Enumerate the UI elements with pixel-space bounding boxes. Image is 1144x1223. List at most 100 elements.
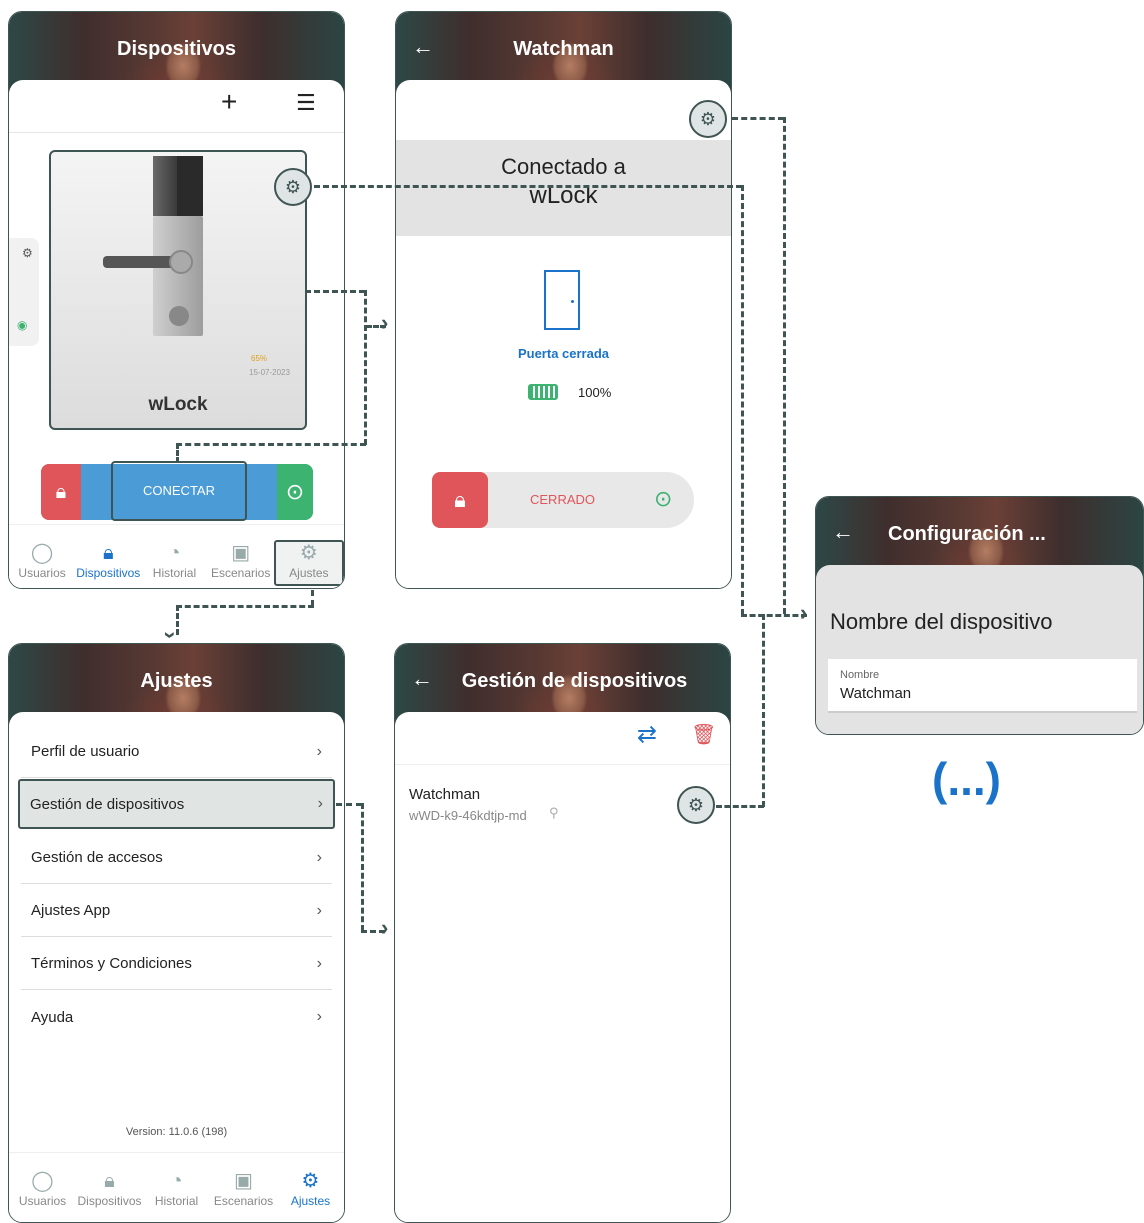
divider (395, 764, 730, 765)
lock-image (103, 156, 207, 346)
swap-icon[interactable]: ⇄ (637, 720, 657, 749)
connect-bar: 🔒︎ ⊙ CONECTAR (41, 461, 313, 521)
arrow-right-icon: › (381, 310, 389, 335)
chevron-right-icon: › (316, 742, 322, 760)
connector-line (364, 290, 367, 445)
side-card[interactable]: ⚙ ◉ (9, 238, 39, 346)
door-icon (544, 270, 580, 330)
chevron-right-icon: › (316, 848, 322, 866)
tab-usuarios[interactable]: ◯ Usuarios (9, 542, 75, 580)
lock-state-bar: 🔒︎ CERRADO ⊙ (432, 472, 694, 528)
tab-bar: ◯ Usuarios 🔒︎ Dispositivos ◔ Historial ▣ Esc… (9, 524, 344, 588)
battery-small: 65% (251, 354, 268, 363)
connector-line (336, 803, 362, 806)
layers-icon: ▣ (234, 1170, 253, 1192)
connector-line (732, 117, 784, 120)
unlock-button[interactable]: ⊙ (277, 464, 313, 520)
side-gear-icon: ⚙ (22, 246, 33, 260)
page-title: Gestión de dispositivos (461, 670, 688, 692)
chevron-right-icon: › (316, 1008, 322, 1025)
screen-watchman: ← Watchman ⚙ Conectado a wLock Puerta ce… (395, 11, 732, 589)
screen-body: Perfil de usuario › Gestión de dispositiv… (9, 712, 344, 1222)
screen-body: ⚙ Conectado a wLock Puerta cerrada 100% … (396, 80, 731, 588)
layers-icon: ▣ (231, 542, 251, 564)
side-eye-icon: ◉ (17, 318, 28, 332)
device-settings-gear-icon[interactable]: ⚙ (274, 168, 312, 206)
clock-icon: ◔ (170, 1170, 183, 1192)
arrow-down-icon: › (158, 631, 184, 639)
menu-item-gestion-dispositivos[interactable]: Gestión de dispositivos › (18, 779, 335, 829)
screen-ajustes: Ajustes Perfil de usuario › Gestión de di… (8, 643, 345, 1223)
connector-line (305, 290, 365, 293)
connector-line (176, 605, 314, 608)
page-title: Dispositivos (117, 38, 236, 60)
name-field-label: Nombre (840, 669, 880, 681)
unlock-icon[interactable]: ⊙ (654, 486, 672, 512)
tab-historial[interactable]: ◔ Historial (144, 1170, 210, 1208)
add-icon[interactable]: + (221, 86, 237, 118)
connected-line1: Conectado a (501, 154, 626, 179)
arrow-right-icon: › (381, 915, 389, 940)
page-title: Ajustes (140, 670, 213, 692)
gear-icon: ⚙ (299, 542, 318, 564)
connector-line (176, 443, 179, 463)
connector-line (176, 443, 366, 446)
connector-line (314, 185, 742, 188)
lock-state-label: CERRADO (530, 492, 596, 507)
connect-button[interactable]: CONECTAR (111, 461, 247, 521)
version-text: Version: 11.0.6 (198) (125, 1126, 228, 1138)
tab-dispositivos[interactable]: 🔒︎ Dispositivos (77, 1170, 143, 1208)
tab-ajustes[interactable]: ⚙ Ajustes (273, 540, 344, 586)
chevron-right-icon: › (316, 954, 322, 972)
screen-gestion-dispositivos: ← Gestión de dispositivos ⇄ 🗑︎ Watchman … (394, 643, 731, 1223)
user-icon: ◯ (31, 1170, 54, 1192)
lock-icon: 🔒︎ (104, 1170, 115, 1192)
device-item-name[interactable]: Watchman (409, 786, 480, 803)
name-field-value: Watchman (840, 685, 912, 702)
search-icon[interactable]: ⚲ (549, 805, 559, 821)
name-field[interactable]: Nombre Watchman (828, 659, 1137, 713)
screen-body: ⇄ 🗑︎ Watchman wWD-k9-46kdtjp-md ⚲ ⚙ (395, 712, 730, 1222)
tab-dispositivos[interactable]: 🔒︎ Dispositivos (75, 542, 141, 580)
page-title: Configuración ... (888, 523, 1046, 545)
connector-line (741, 185, 744, 615)
battery-percentage: 100% (578, 385, 612, 400)
menu-item-ajustes-app[interactable]: Ajustes App › (21, 885, 332, 937)
device-card[interactable]: 65% 15-07-2023 wLock (49, 150, 307, 430)
settings-gear-icon[interactable]: ⚙ (689, 100, 727, 138)
tab-ajustes[interactable]: ⚙ Ajustes (278, 1170, 344, 1208)
tab-escenarios[interactable]: ▣ Escenarios (208, 542, 274, 580)
tab-historial[interactable]: ◔ Historial (141, 542, 207, 580)
tab-usuarios[interactable]: ◯ Usuarios (10, 1170, 76, 1208)
connector-line (783, 117, 786, 614)
arrow-right-icon: › (800, 600, 808, 625)
user-icon: ◯ (30, 542, 54, 564)
lock-button[interactable]: 🔒︎ (41, 464, 81, 520)
connector-line (741, 614, 807, 617)
date-small: 15-07-2023 (249, 368, 290, 377)
screen-body: Nombre del dispositivo Nombre Watchman (816, 565, 1143, 734)
tab-escenarios[interactable]: ▣ Escenarios (211, 1170, 277, 1208)
chevron-right-icon: › (316, 901, 322, 919)
connected-banner: Conectado a wLock (396, 140, 731, 236)
connector-line (361, 803, 364, 931)
page-title: Watchman (513, 38, 614, 60)
connector-line (762, 614, 765, 807)
menu-item-perfil[interactable]: Perfil de usuario › (21, 726, 332, 778)
back-arrow-icon[interactable]: ← (832, 519, 854, 545)
connector-line (311, 590, 314, 606)
clock-icon: ◔ (168, 542, 181, 564)
device-name: wLock (148, 394, 208, 415)
screen-configuracion: ← Configuración ... Nombre del dispositi… (815, 496, 1144, 735)
section-title: Nombre del dispositivo (830, 609, 1053, 634)
battery-icon (528, 384, 558, 400)
screen-dispositivos: Dispositivos + ☰ ⚙ ◉ 65% 15-07-2023 wLoc… (8, 11, 345, 589)
ellipsis: (...) (932, 753, 1001, 805)
list-icon[interactable]: ☰ (296, 90, 316, 116)
menu-item-gestion-accesos[interactable]: Gestión de accesos › (21, 832, 332, 884)
menu-item-terminos[interactable]: Términos y Condiciones › (21, 938, 332, 990)
menu-item-ayuda[interactable]: Ayuda › (21, 991, 332, 1043)
device-settings-gear-icon[interactable]: ⚙ (677, 786, 715, 824)
lock-button[interactable]: 🔒︎ (432, 472, 488, 528)
trash-icon[interactable]: 🗑︎ (691, 722, 716, 747)
